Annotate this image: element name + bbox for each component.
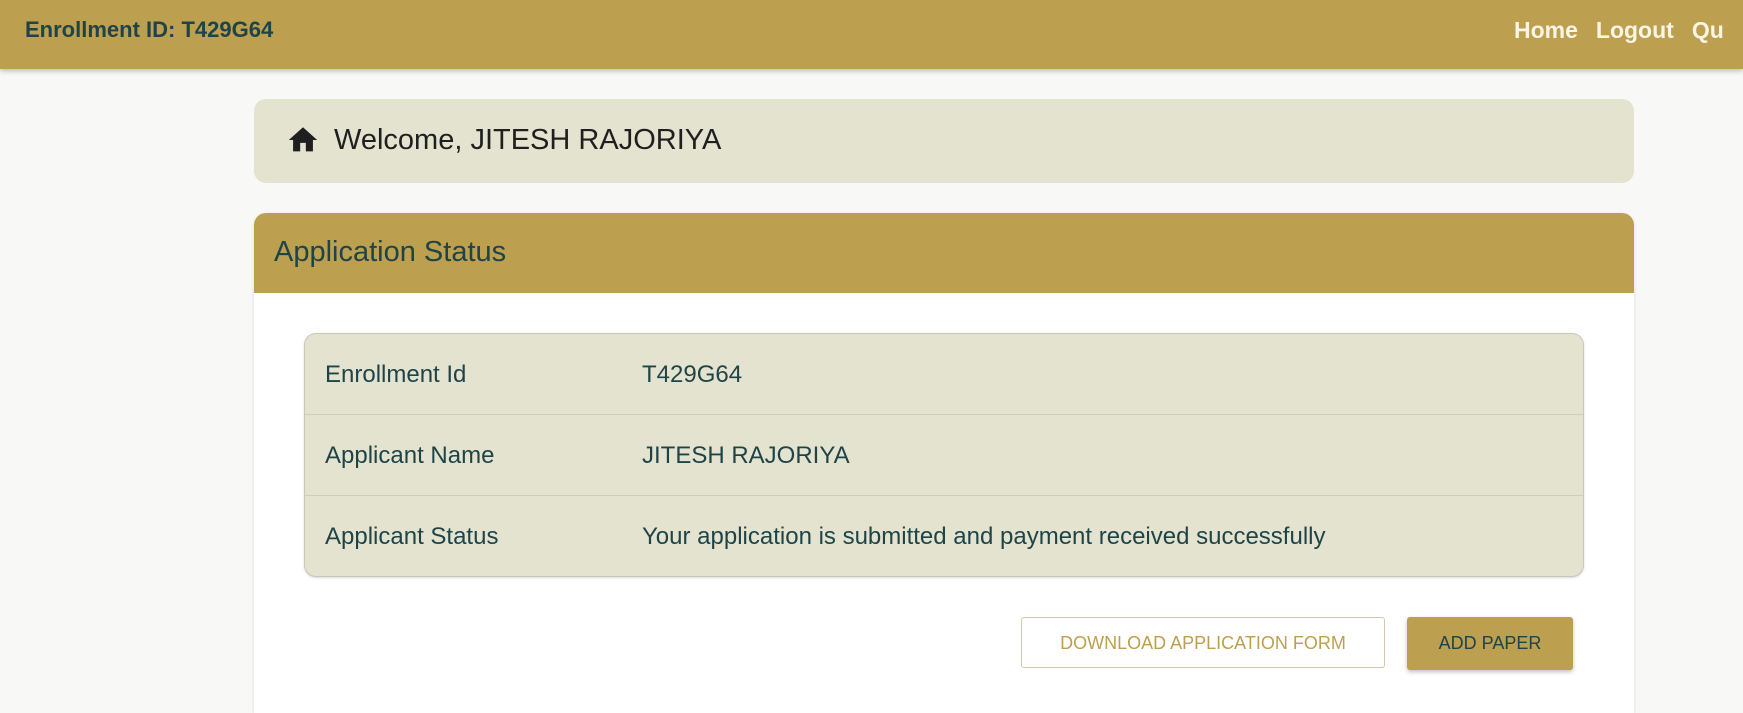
row-label: Applicant Status (325, 523, 499, 550)
download-application-form-button[interactable]: DOWNLOAD APPLICATION FORM (1021, 617, 1385, 668)
nav-links: Home Logout Qu (1514, 17, 1742, 43)
card-header: Application Status (254, 213, 1634, 293)
nav-qu-link[interactable]: Qu (1692, 17, 1724, 43)
row-label: Applicant Name (325, 442, 495, 469)
table-row: Enrollment Id T429G64 (305, 334, 1583, 415)
row-label: Enrollment Id (325, 361, 467, 388)
row-value: JITESH RAJORIYA (642, 442, 850, 469)
nav-logout-link[interactable]: Logout (1596, 17, 1674, 43)
table-row: Applicant Name JITESH RAJORIYA (305, 415, 1583, 496)
nav-home-link[interactable]: Home (1514, 17, 1578, 43)
enrollment-id-title: Enrollment ID: T429G64 (25, 17, 274, 42)
home-icon (288, 127, 318, 152)
welcome-message: Welcome, JITESH RAJORIYA (334, 124, 722, 156)
row-value: Your application is submitted and paymen… (642, 523, 1326, 550)
row-value: T429G64 (642, 361, 743, 388)
top-navbar: Enrollment ID: T429G64 Home Logout Qu (0, 0, 1743, 69)
status-table: Enrollment Id T429G64 Applicant Name JIT… (304, 333, 1584, 577)
table-row: Applicant Status Your application is sub… (305, 496, 1583, 576)
application-status-card: Application Status Enrollment Id T429G64… (254, 213, 1634, 713)
add-paper-button[interactable]: ADD PAPER (1407, 617, 1573, 670)
card-title: Application Status (274, 236, 507, 268)
welcome-panel: Welcome, JITESH RAJORIYA (254, 99, 1634, 183)
